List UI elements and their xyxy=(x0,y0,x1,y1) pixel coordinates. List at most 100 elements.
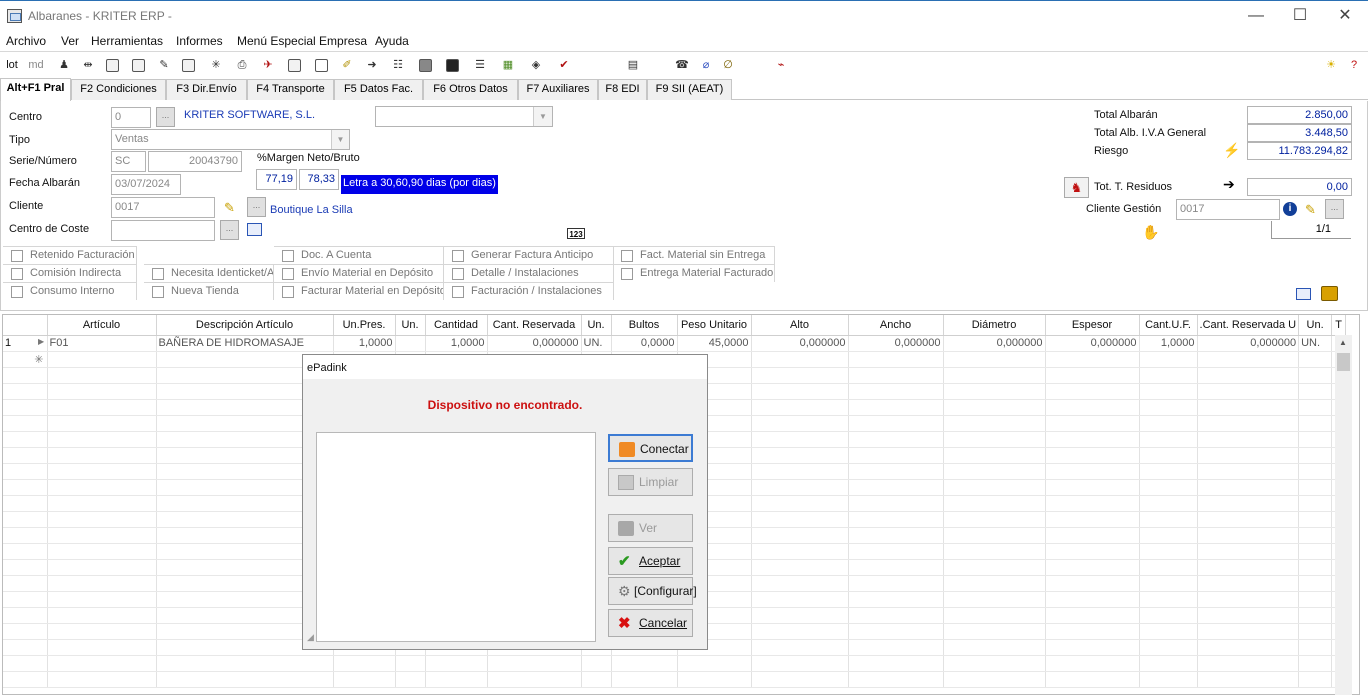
cell[interactable] xyxy=(611,655,678,672)
cell[interactable] xyxy=(848,351,944,368)
cell[interactable] xyxy=(943,543,1046,560)
chk-fact-material-sin-entrega[interactable]: Fact. Material sin Entrega xyxy=(613,246,775,264)
tipo-select[interactable]: Ventas ▼ xyxy=(111,129,350,150)
print-icon[interactable]: ⎙ xyxy=(234,57,250,73)
coste-lookup-button[interactable]: ... xyxy=(220,220,239,240)
cell[interactable] xyxy=(47,639,157,656)
copy-icon[interactable] xyxy=(106,59,119,72)
tab-sii[interactable]: F9 SII (AEAT) xyxy=(647,79,732,100)
cell[interactable] xyxy=(1197,623,1300,640)
cell[interactable] xyxy=(1139,607,1198,624)
cell[interactable] xyxy=(3,447,48,464)
col-header-bultos[interactable]: Bultos xyxy=(611,315,678,336)
cell[interactable] xyxy=(156,655,334,672)
cell[interactable] xyxy=(1298,655,1333,672)
cell[interactable] xyxy=(47,463,157,480)
col-header-espesor[interactable]: Espesor xyxy=(1045,315,1140,336)
cell[interactable] xyxy=(1139,479,1198,496)
cell[interactable] xyxy=(3,655,48,672)
cell[interactable] xyxy=(848,463,944,480)
chk-retenido-facturacion[interactable]: Retenido Facturación xyxy=(3,246,137,264)
col-header[interactable] xyxy=(3,315,48,336)
cell[interactable] xyxy=(1298,591,1333,608)
cell-cant-reservada-u[interactable]: 0,000000 xyxy=(1197,335,1300,352)
cell[interactable] xyxy=(3,431,48,448)
cell[interactable] xyxy=(751,479,849,496)
attach-icon[interactable]: ∅ xyxy=(720,57,736,73)
aceptar-button[interactable]: ✔ Aceptar xyxy=(608,547,693,575)
scroll-thumb[interactable] xyxy=(1337,353,1350,371)
cell[interactable] xyxy=(3,639,48,656)
cell[interactable] xyxy=(47,367,157,384)
cell[interactable] xyxy=(1197,655,1300,672)
cell[interactable] xyxy=(751,511,849,528)
cell[interactable] xyxy=(1197,527,1300,544)
checkbox[interactable] xyxy=(452,286,464,298)
cell[interactable] xyxy=(333,671,396,688)
cell[interactable] xyxy=(751,559,849,576)
cell[interactable] xyxy=(1298,495,1333,512)
cell[interactable] xyxy=(47,543,157,560)
cell[interactable] xyxy=(1197,575,1300,592)
cell[interactable] xyxy=(1045,543,1140,560)
cell[interactable] xyxy=(751,543,849,560)
cell[interactable] xyxy=(1197,351,1300,368)
cell[interactable] xyxy=(943,559,1046,576)
cell-cantidad[interactable]: 1,0000 xyxy=(425,335,488,352)
cell[interactable] xyxy=(751,367,849,384)
col-header-cant-uf[interactable]: Cant.U.F. xyxy=(1139,315,1198,336)
cell[interactable] xyxy=(943,463,1046,480)
cell[interactable] xyxy=(47,447,157,464)
cell-cant-reservada[interactable]: 0,000000 xyxy=(487,335,582,352)
cell[interactable] xyxy=(3,559,48,576)
col-header-cant-reservada[interactable]: Cant. Reservada xyxy=(487,315,582,336)
tab-dir-envio[interactable]: F3 Dir.Envío xyxy=(166,79,247,100)
cell[interactable] xyxy=(677,671,752,688)
cell[interactable] xyxy=(1197,543,1300,560)
empty-row[interactable] xyxy=(3,671,1347,688)
cell[interactable] xyxy=(1298,479,1333,496)
bulb-icon[interactable]: ☀ xyxy=(1323,57,1339,73)
cell[interactable] xyxy=(943,399,1046,416)
cell-alto[interactable]: 0,000000 xyxy=(751,335,849,352)
cell[interactable] xyxy=(848,543,944,560)
cliente-name[interactable]: Boutique La Silla xyxy=(270,204,353,216)
edit-icon[interactable]: ✎ xyxy=(156,57,172,73)
chart-icon[interactable]: ▦ xyxy=(500,57,516,73)
cell[interactable] xyxy=(1298,511,1333,528)
cliente-gestion-field[interactable]: 0017 xyxy=(1176,199,1280,220)
cell[interactable] xyxy=(751,383,849,400)
calc-icon[interactable] xyxy=(446,59,459,72)
cell[interactable] xyxy=(943,607,1046,624)
cell[interactable] xyxy=(751,607,849,624)
tab-otros-datos[interactable]: F6 Otros Datos xyxy=(423,79,518,100)
checkbox[interactable] xyxy=(152,268,164,280)
grid-scrollbar[interactable]: ▲ xyxy=(1335,335,1352,695)
box-icon[interactable] xyxy=(1321,286,1338,301)
cell[interactable] xyxy=(677,655,752,672)
list-icon[interactable]: ☰ xyxy=(472,57,488,73)
disk-icon[interactable] xyxy=(419,59,432,72)
cell[interactable] xyxy=(943,623,1046,640)
chk-comision-indirecta[interactable]: Comisión Indirecta xyxy=(3,264,137,282)
cell[interactable] xyxy=(1298,415,1333,432)
tab-edi[interactable]: F8 EDI xyxy=(598,79,647,100)
cell[interactable] xyxy=(1197,383,1300,400)
info-icon[interactable]: i xyxy=(1283,202,1297,216)
cell[interactable] xyxy=(751,431,849,448)
cell[interactable] xyxy=(156,671,334,688)
fax-icon[interactable]: ✈ xyxy=(260,57,276,73)
cell[interactable] xyxy=(1298,575,1333,592)
cell[interactable] xyxy=(1045,399,1140,416)
cell[interactable] xyxy=(3,415,48,432)
stack-icon[interactable]: ◈ xyxy=(528,57,544,73)
person-icon[interactable]: ♟ xyxy=(56,57,72,73)
maximize-button[interactable]: ☐ xyxy=(1289,5,1311,27)
tag-icon[interactable]: ✔ xyxy=(556,57,572,73)
cell[interactable] xyxy=(1197,367,1300,384)
centro-combo[interactable]: ▼ xyxy=(375,106,553,127)
highlight-icon[interactable]: ✐ xyxy=(339,57,355,73)
cliente-lookup-button[interactable]: ... xyxy=(247,197,266,217)
numero-field[interactable]: 20043790 xyxy=(148,151,242,172)
cell[interactable] xyxy=(1139,543,1198,560)
